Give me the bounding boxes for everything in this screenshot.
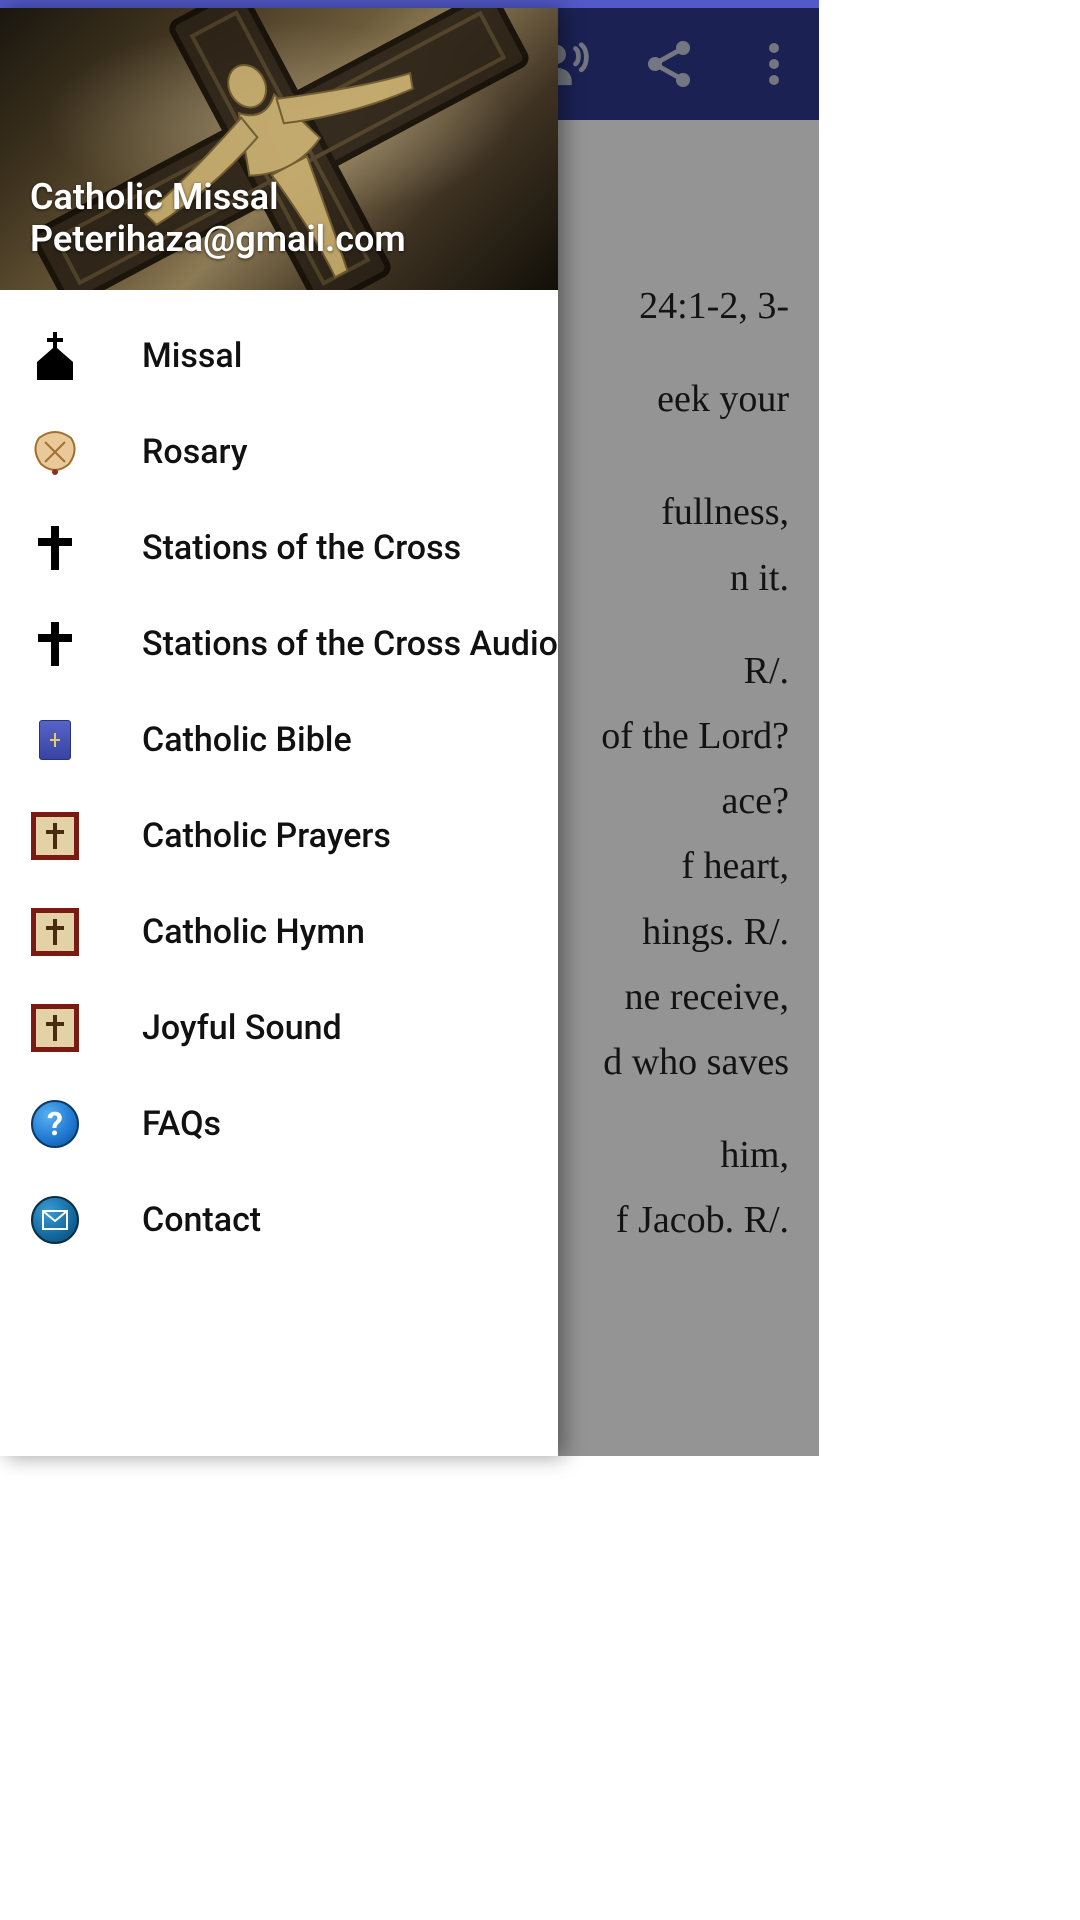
drawer-item-label: Catholic Hymn [142, 912, 365, 952]
drawer-item-label: Contact [142, 1200, 261, 1240]
drawer-header: Catholic Missal Peterihaza@gmail.com [0, 8, 558, 290]
drawer-item-label: Catholic Bible [142, 720, 352, 760]
drawer-item-label: FAQs [142, 1104, 221, 1144]
drawer-list: Missal Rosary Stations of the Cross [0, 290, 558, 1456]
drawer-item-label: Rosary [142, 432, 248, 472]
framed-cross-icon [30, 1003, 80, 1053]
drawer-item-missal[interactable]: Missal [0, 308, 558, 404]
navigation-drawer: Catholic Missal Peterihaza@gmail.com Mis… [0, 8, 558, 1456]
drawer-item-label: Joyful Sound [142, 1008, 342, 1048]
app-title: Catholic Missal [30, 176, 406, 218]
cross-icon [30, 523, 80, 573]
drawer-item-faqs[interactable]: ? FAQs [0, 1076, 558, 1172]
drawer-item-contact[interactable]: Contact [0, 1172, 558, 1268]
screen: 24:1-2, 3- eek your fullness, n it. R/. … [0, 0, 819, 1456]
rosary-icon [30, 427, 80, 477]
drawer-item-label: Catholic Prayers [142, 816, 391, 856]
church-icon [30, 331, 80, 381]
drawer-item-hymn[interactable]: Catholic Hymn [0, 884, 558, 980]
drawer-item-rosary[interactable]: Rosary [0, 404, 558, 500]
drawer-item-label: Stations of the Cross [142, 528, 461, 568]
drawer-item-stations-audio[interactable]: Stations of the Cross Audio [0, 596, 558, 692]
drawer-item-joyful-sound[interactable]: Joyful Sound [0, 980, 558, 1076]
drawer-item-label: Stations of the Cross Audio [142, 624, 558, 664]
framed-cross-icon [30, 811, 80, 861]
framed-cross-icon [30, 907, 80, 957]
drawer-item-bible[interactable]: Catholic Bible [0, 692, 558, 788]
drawer-item-label: Missal [142, 336, 242, 376]
user-email: Peterihaza@gmail.com [30, 218, 406, 260]
drawer-item-stations[interactable]: Stations of the Cross [0, 500, 558, 596]
question-circle-icon: ? [30, 1099, 80, 1149]
bible-icon [30, 715, 80, 765]
status-bar [0, 0, 819, 8]
mail-circle-icon [30, 1195, 80, 1245]
cross-icon [30, 619, 80, 669]
drawer-item-prayers[interactable]: Catholic Prayers [0, 788, 558, 884]
